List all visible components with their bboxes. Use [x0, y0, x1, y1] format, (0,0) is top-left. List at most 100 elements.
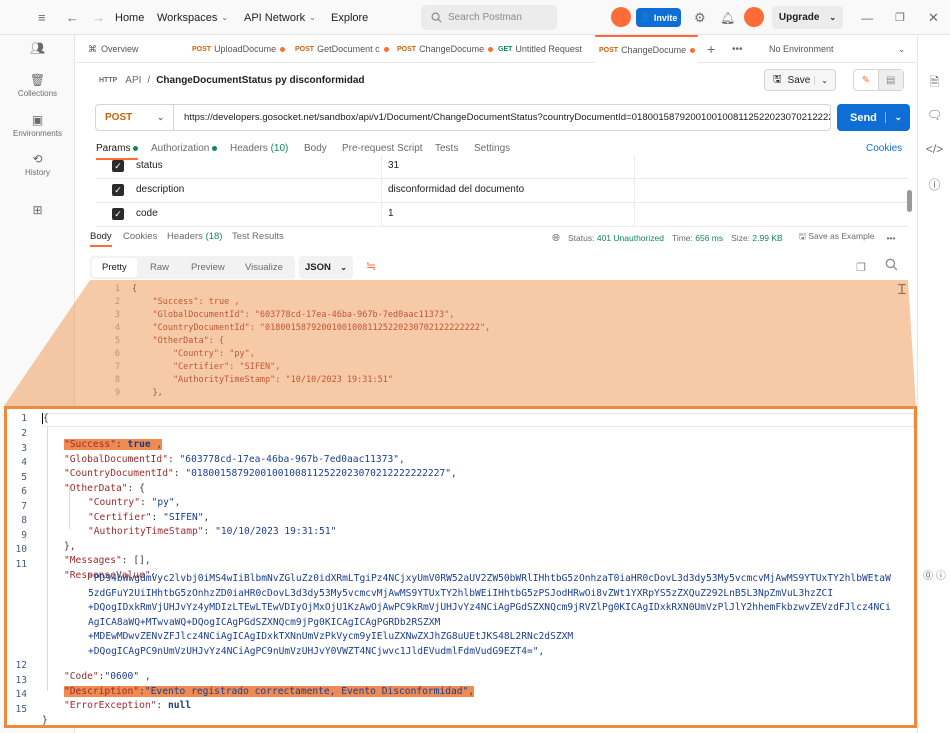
param-value[interactable]: 31 [388, 160, 399, 171]
tab-request[interactable]: POST UploadDocume [192, 35, 290, 63]
code-line: 4 "CountryDocumentId": "0180015879200100… [114, 323, 491, 333]
comments-icon[interactable]: 🗨︎ [918, 108, 950, 122]
workspaces-menu[interactable]: Workspaces ⌄ [157, 0, 228, 35]
response-view-switcher: Pretty Raw Preview Visualize [90, 256, 295, 279]
upgrade-button[interactable]: Upgrade ⌄ [772, 6, 843, 29]
cookies-link[interactable]: Cookies [866, 143, 902, 154]
team-icon[interactable]: 👥︎ [0, 41, 75, 57]
http-request-icon: HTTP [99, 76, 118, 84]
search-input[interactable]: Search Postman [421, 5, 557, 30]
chevron-down-icon[interactable]: ⌄ [814, 75, 828, 85]
status-text[interactable]: Status: 401 Unauthorized [568, 233, 664, 243]
more-options-icon[interactable]: ••• [886, 233, 895, 243]
url-input[interactable]: https://developers.gosocket.net/sandbox/… [174, 112, 830, 123]
tab-active-request[interactable]: POST ChangeDocume [595, 35, 698, 63]
back-arrow-icon[interactable]: ← [66, 0, 79, 35]
settings-gear-icon[interactable]: ⚙ [694, 0, 706, 35]
code-line: 8 "AuthorityTimeStamp": "10/10/2023 19:3… [21, 515, 337, 537]
param-key[interactable]: description [136, 184, 184, 195]
collections-icon: 🗑︎ [29, 73, 46, 87]
save-icon: 🖫 [798, 231, 806, 241]
time-text[interactable]: Time: 656 ms [672, 233, 723, 243]
save-example-button[interactable]: 🖫 Save as Example [799, 231, 875, 245]
upgrade-label: Upgrade [778, 12, 820, 23]
tab-body[interactable]: Body [304, 143, 327, 154]
tab-label: ChangeDocume [419, 44, 485, 54]
tab-label: Untitled Request [515, 44, 582, 54]
size-text[interactable]: Size: 2.99 KB [731, 233, 783, 243]
tab-method: POST [295, 45, 315, 53]
home-link[interactable]: Home [115, 0, 144, 35]
checkbox[interactable]: ✓ [112, 160, 124, 172]
close-icon[interactable]: ✕ [928, 0, 939, 35]
notification-bell-icon[interactable]: 🔔︎ [720, 0, 735, 35]
tab-headers[interactable]: Headers (10) [230, 143, 288, 154]
api-network-menu[interactable]: API Network ⌄ [244, 0, 316, 35]
save-button[interactable]: 🖫 Save ⌄ [764, 69, 836, 91]
code-line: 6 "Country": "py", [114, 349, 255, 359]
new-tab-plus-icon[interactable]: + [707, 35, 715, 63]
copy-icon[interactable]: ❐ [856, 261, 866, 274]
forward-arrow-icon[interactable]: → [92, 0, 105, 35]
breadcrumb-separator: / [147, 74, 151, 86]
tab-tests[interactable]: Tests [435, 143, 458, 154]
doc-view-icon[interactable]: ▤ [878, 70, 903, 90]
param-value[interactable]: 1 [388, 208, 394, 219]
invite-button[interactable]: 👤 Invite [636, 8, 681, 27]
environment-select[interactable]: No Environment ⌄ [769, 35, 911, 63]
code-icon[interactable]: </> [918, 142, 950, 156]
tab-response-headers[interactable]: Headers (18) [167, 231, 222, 242]
minimize-icon[interactable]: — [861, 0, 873, 35]
checkbox[interactable]: ✓ [112, 184, 124, 196]
code-line: 5 "OtherData": { [114, 336, 225, 346]
breadcrumb-root[interactable]: API [125, 75, 141, 86]
unsaved-dot [280, 46, 286, 52]
checkbox[interactable]: ✓ [112, 208, 124, 220]
tab-overview[interactable]: ⌘ Overview [88, 35, 182, 63]
unsaved-dot [690, 47, 696, 53]
tab-response-cookies[interactable]: Cookies [123, 231, 157, 242]
help-icon[interactable]: ⓪ ⓘ [918, 567, 950, 582]
param-value[interactable]: disconformidad del documento [388, 184, 524, 195]
wrap-lines-icon[interactable]: ≒ [362, 259, 380, 277]
tab-response-body[interactable]: Body [90, 231, 112, 247]
tab-settings[interactable]: Settings [474, 143, 510, 154]
zoomed-response-editor[interactable]: 1{ 2 "Success": true , 3 "GlobalDocument… [4, 406, 917, 728]
table-row: ✓ description disconformidad del documen… [96, 179, 909, 203]
documentation-icon[interactable]: 🗎 [918, 73, 950, 94]
code-line: 9 }, [21, 530, 76, 552]
restore-icon[interactable]: ❐ [895, 0, 905, 35]
search-icon[interactable] [885, 258, 898, 274]
params-scrollbar[interactable] [907, 190, 912, 212]
chevron-down-icon[interactable]: ⌄ [885, 112, 902, 123]
format-select[interactable]: JSON ⌄ [299, 256, 353, 279]
sidebar-item-collections[interactable]: 🗑︎ Collections [0, 73, 75, 98]
view-pretty[interactable]: Pretty [92, 258, 137, 277]
tab-request[interactable]: POST ChangeDocume [397, 35, 496, 63]
edit-pencil-icon[interactable]: ✎ [854, 70, 879, 90]
response-editor[interactable]: 1{ 2 "Success": true , 3 "GlobalDocument… [90, 284, 910, 404]
more-tabs-icon[interactable]: ••• [732, 35, 743, 63]
tab-test-results[interactable]: Test Results [232, 231, 284, 242]
sidebar-item-history[interactable]: ⟲ History [0, 152, 75, 177]
param-key[interactable]: code [136, 208, 158, 219]
add-workspace-icon[interactable]: ⊞ [0, 203, 75, 219]
avatar[interactable] [744, 7, 764, 27]
param-key[interactable]: status [136, 160, 163, 171]
tab-prerequest[interactable]: Pre-request Script [342, 143, 423, 154]
tab-request[interactable]: GET Untitled Request [498, 35, 598, 63]
menu-icon[interactable]: ≡ [38, 0, 46, 35]
info-icon[interactable]: ⓘ [918, 176, 950, 193]
code-line-wrapped: +DQogICAgPC9nUmVzUHJvYz4NCiAgPC9nUmVzUHJ… [88, 646, 545, 657]
tab-request[interactable]: POST GetDocument c [295, 35, 396, 63]
explore-link[interactable]: Explore [331, 0, 368, 35]
method-select[interactable]: POST ⌄ [96, 105, 174, 130]
view-visualize[interactable]: Visualize [245, 256, 283, 279]
request-name[interactable]: ChangeDocumentStatus py disconformidad [156, 75, 364, 86]
sidebar-item-environments[interactable]: ▣ Environments [0, 113, 75, 138]
view-raw[interactable]: Raw [150, 256, 169, 279]
tab-authorization[interactable]: Authorization [151, 143, 218, 154]
view-preview[interactable]: Preview [191, 256, 225, 279]
code-line: 12 "Code":"0600" , [15, 660, 151, 682]
send-button[interactable]: Send ⌄ [837, 104, 910, 131]
